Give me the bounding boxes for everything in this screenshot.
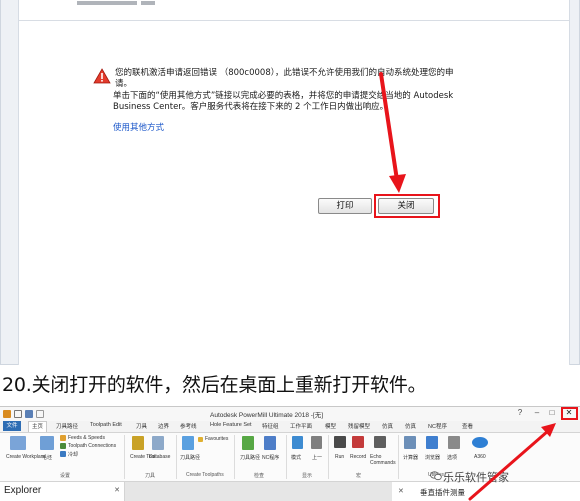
a360-button[interactable]: A360 (474, 454, 486, 460)
group-separator (176, 435, 177, 479)
run-macro-icon (334, 436, 346, 448)
calculator-button[interactable]: 计算器 (403, 454, 418, 461)
powermill-title-bar: Autodesk PowerMill Ultimate 2018 -[无] ? … (0, 407, 580, 421)
tab-nc-programs[interactable]: NC程序 (428, 422, 447, 430)
nc-program-button[interactable]: NC程序 (262, 454, 279, 461)
alt-method-link[interactable]: 使用其他方式 (113, 121, 164, 133)
coolant-icon (60, 451, 66, 457)
mode-button[interactable]: 模式 (291, 454, 301, 461)
truncated-header-text (77, 1, 137, 5)
database-icon (152, 436, 164, 450)
group-separator (286, 435, 287, 479)
powermill-screenshot: Autodesk PowerMill Ultimate 2018 -[无] ? … (0, 406, 580, 501)
warning-triangle-icon (93, 68, 111, 84)
step-caption: 20.关闭打开的软件，然后在桌面上重新打开软件。 (2, 374, 427, 396)
create-tool-icon (132, 436, 144, 450)
favourites-icon (198, 437, 203, 442)
panel-close-icon[interactable]: ✕ (398, 487, 404, 495)
watermark-text: 乐乐软件管家 (443, 472, 509, 484)
record-button[interactable]: Record (350, 454, 366, 460)
tab-toolpath-edit[interactable]: Toolpath Edit (90, 422, 122, 428)
check-group-label: 检查 (254, 473, 265, 479)
feeds-speeds-button[interactable]: Feeds & Speeds (68, 435, 105, 441)
app-logo-icon (3, 410, 11, 418)
macro-group-label: 宏 (356, 473, 362, 479)
echo-commands-button[interactable]: Echo Commands (370, 454, 396, 466)
create-toolpaths-group-label: Create Toolpaths (186, 472, 224, 478)
window-title: Autodesk PowerMill Ultimate 2018 -[无] (210, 412, 324, 419)
edit-icon[interactable] (36, 410, 44, 418)
create-workplane-button[interactable]: Create Workplane (6, 454, 46, 460)
cursor-icon (311, 436, 322, 449)
browser-icon (426, 436, 438, 449)
open-icon[interactable] (14, 410, 22, 418)
workplane-icon (10, 436, 26, 450)
activation-error-screenshot: 您的联机激活申请返回错误 （800c0008），此错误不允许使用我们的自动系统处… (0, 0, 580, 365)
calculator-icon (404, 436, 416, 449)
print-button[interactable]: 打印 (318, 198, 372, 214)
toolpath-verify-icon (242, 436, 254, 450)
block-button[interactable]: 毛坯 (42, 454, 52, 461)
toolpath-strategy-icon (182, 436, 194, 450)
toolpath-list-button[interactable]: 刀具路径 (180, 454, 200, 461)
tab-stock-models[interactable]: 残留模型 (348, 422, 370, 430)
tool-group-label: 刀具 (145, 473, 156, 479)
setup-group-label: 设置 (60, 473, 71, 479)
run-button[interactable]: Run (335, 454, 344, 460)
group-separator (328, 435, 329, 479)
tab-home[interactable]: 主页 (28, 421, 48, 432)
explorer-close-icon[interactable]: ✕ (114, 486, 120, 494)
explorer-panel: Explorer ✕ (0, 482, 125, 501)
save-icon[interactable] (25, 410, 33, 418)
tab-feature-sets[interactable]: 特征组 (262, 422, 279, 430)
toolpath-verify-button[interactable]: 刀具路径 (240, 454, 260, 461)
nc-program-icon (264, 436, 276, 450)
mode-icon (292, 436, 303, 449)
a360-cloud-icon (472, 437, 488, 448)
tab-simulation[interactable]: 仿真 (382, 422, 393, 430)
side-panel-title: 垂直插件测量 (420, 488, 465, 497)
ribbon-tabs: 文件 主页 刀具路径 Toolpath Edit 刀具 边界 参考线 Hole … (0, 421, 580, 433)
close-button-highlight (374, 194, 440, 218)
options-button[interactable]: 选项 (447, 454, 457, 461)
activation-dialog (18, 0, 570, 365)
block-icon (40, 436, 54, 450)
echo-commands-icon (374, 436, 386, 448)
coolant-button[interactable]: 冷却 (68, 451, 78, 458)
previous-button[interactable]: 上一 (312, 454, 322, 461)
database-button[interactable]: Database (149, 454, 170, 460)
explorer-title: Explorer (4, 485, 42, 496)
tab-simulation-2[interactable]: 仿真 (405, 422, 416, 430)
toolpath-connections-icon (60, 443, 66, 449)
tab-boundaries[interactable]: 边界 (158, 422, 169, 430)
group-separator (124, 435, 125, 479)
help-icon[interactable]: ? (514, 408, 526, 417)
instruction-message: 单击下面的“使用其他方式”链接以完成必要的表格，并将您的申请提交给当地的 Aut… (113, 91, 454, 112)
tab-models[interactable]: 模型 (325, 422, 336, 430)
maximize-button[interactable]: □ (546, 408, 558, 417)
tab-patterns[interactable]: 参考线 (180, 422, 197, 430)
options-icon (448, 436, 460, 449)
tab-file[interactable]: 文件 (3, 421, 21, 431)
favourites-dropdown[interactable]: Favourites (205, 436, 228, 442)
browser-button[interactable]: 浏览器 (425, 454, 440, 461)
error-message: 您的联机激活申请返回错误 （800c0008），此错误不允许使用我们的自动系统处… (115, 68, 454, 89)
toolpath-connections-button[interactable]: Toolpath Connections (68, 443, 116, 449)
tab-tools[interactable]: 刀具 (136, 422, 147, 430)
minimize-button[interactable]: – (531, 408, 543, 417)
tab-hole-feature-set[interactable]: Hole Feature Set (210, 422, 252, 428)
feeds-speeds-icon (60, 435, 66, 441)
window-close-highlight (561, 407, 578, 420)
record-macro-icon (352, 436, 364, 448)
wechat-icon (430, 471, 442, 481)
display-group-label: 显示 (302, 473, 313, 479)
tab-toolpaths[interactable]: 刀具路径 (56, 422, 78, 430)
group-separator (398, 435, 399, 479)
tab-view[interactable]: 查看 (462, 422, 473, 430)
dialog-header-strip (19, 0, 569, 21)
group-separator (234, 435, 235, 479)
truncated-header-text-2 (141, 1, 155, 5)
tab-workplanes[interactable]: 工作平面 (290, 422, 312, 430)
